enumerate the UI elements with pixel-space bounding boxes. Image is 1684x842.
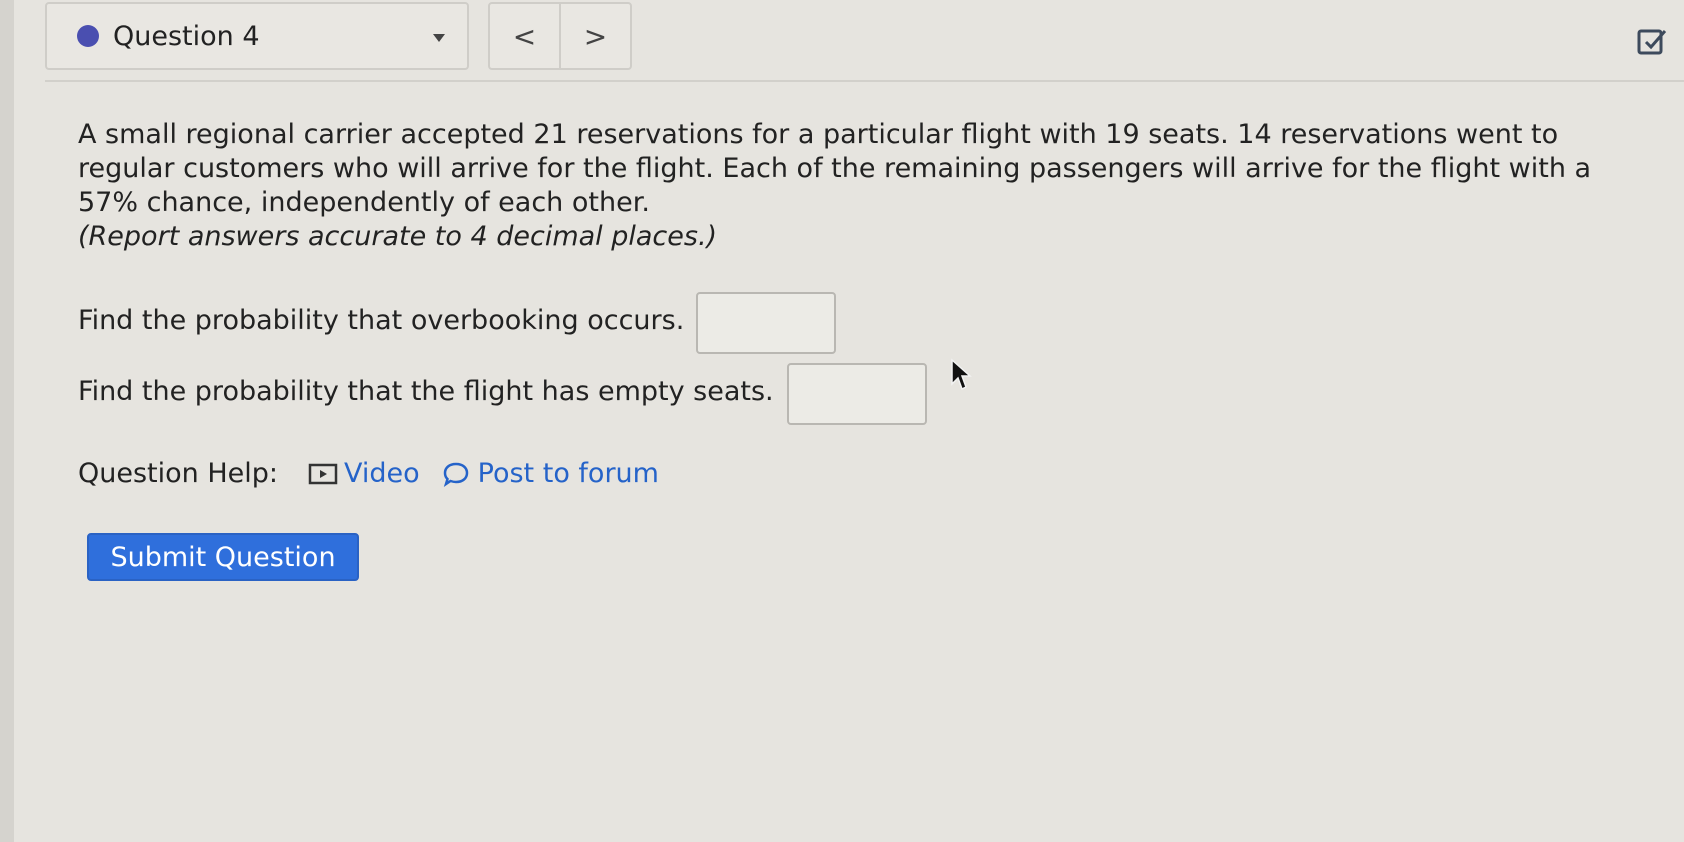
header-divider (45, 80, 1684, 82)
mouse-pointer-icon (951, 358, 972, 391)
post-to-forum-label: Post to forum (477, 458, 659, 489)
video-icon (308, 463, 338, 484)
question-help: Question Help: Video Post to forum (78, 458, 659, 489)
part-1: Find the probability that overbooking oc… (78, 305, 684, 336)
caret-down-icon (433, 34, 445, 42)
status-dot-icon (77, 25, 99, 47)
problem-text: A small regional carrier accepted 21 res… (78, 119, 1592, 218)
question-selector[interactable]: Question 4 (45, 2, 469, 70)
speech-bubble-icon (443, 462, 468, 487)
question-help-label: Question Help: (78, 458, 278, 489)
video-link-label: Video (344, 458, 420, 489)
submit-question-button[interactable]: Submit Question (87, 533, 359, 581)
problem-note: (Report answers accurate to 4 decimal pl… (78, 221, 718, 252)
previous-question-button[interactable]: < (490, 4, 561, 68)
question-label: Question 4 (113, 20, 260, 52)
left-edge (0, 0, 14, 842)
question-nav: < > (488, 2, 632, 70)
next-question-button[interactable]: > (561, 4, 630, 68)
video-link[interactable]: Video (308, 458, 420, 489)
edit-icon[interactable] (1636, 26, 1668, 58)
part-2: Find the probability that the flight has… (78, 376, 774, 407)
part-1-prompt: Find the probability that overbooking oc… (78, 305, 685, 336)
post-to-forum-link[interactable]: Post to forum (420, 458, 659, 489)
problem-statement: A small regional carrier accepted 21 res… (78, 118, 1598, 254)
answer-input-2[interactable] (787, 363, 927, 425)
answer-input-1[interactable] (696, 292, 836, 354)
part-2-prompt: Find the probability that the flight has… (78, 376, 774, 407)
